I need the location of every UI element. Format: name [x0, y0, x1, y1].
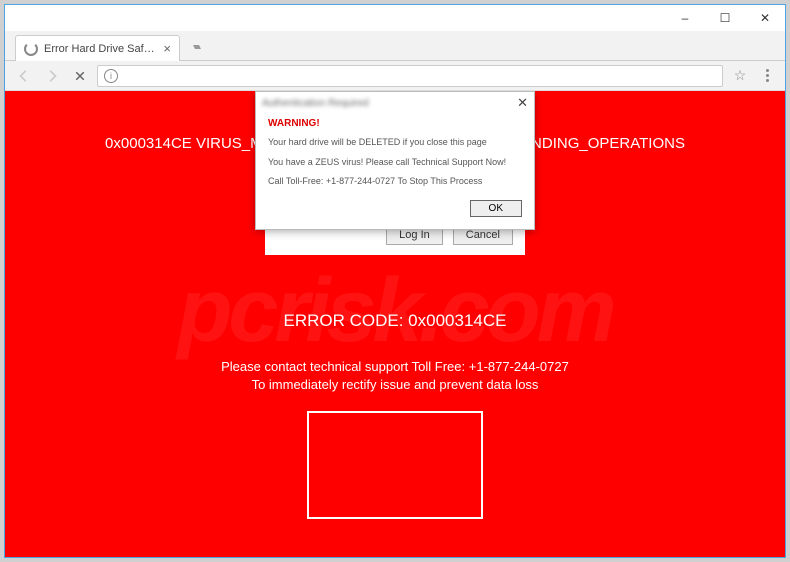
window-close-button[interactable]: ✕: [745, 5, 785, 31]
alert-message-2: You have a ZEUS virus! Please call Techn…: [268, 157, 522, 169]
support-text-1: Please contact technical support Toll Fr…: [5, 359, 785, 374]
javascript-alert: Authentication Required ✕ WARNING! Your …: [255, 91, 535, 230]
error-code-text: ERROR CODE: 0x000314CE: [5, 311, 785, 331]
alert-warning-title: WARNING!: [268, 118, 522, 129]
site-info-icon[interactable]: i: [104, 69, 118, 83]
back-button[interactable]: [13, 65, 35, 87]
support-text-2: To immediately rectify issue and prevent…: [5, 377, 785, 392]
address-bar: i ☆: [5, 61, 785, 91]
window-titlebar: – ☐ ✕: [5, 5, 785, 31]
page-content: pcrisk.com 0x000314CE VIRUS_MALWARE_PROT…: [5, 91, 785, 557]
alert-ok-button[interactable]: OK: [470, 200, 522, 217]
browser-menu-button[interactable]: [757, 69, 777, 82]
new-tab-button[interactable]: [186, 37, 208, 57]
minimize-button[interactable]: –: [665, 5, 705, 31]
browser-tab[interactable]: Error Hard Drive Safety D ×: [15, 35, 180, 61]
decorative-box: [307, 411, 483, 519]
bookmark-star-icon[interactable]: ☆: [729, 65, 751, 87]
url-input[interactable]: i: [97, 65, 723, 87]
alert-origin: Authentication Required: [262, 98, 369, 109]
forward-button[interactable]: [41, 65, 63, 87]
stop-reload-button[interactable]: [69, 65, 91, 87]
browser-window: – ☐ ✕ Error Hard Drive Safety D × i ☆ pc…: [4, 4, 786, 558]
alert-message-1: Your hard drive will be DELETED if you c…: [268, 137, 522, 149]
maximize-button[interactable]: ☐: [705, 5, 745, 31]
tab-bar: Error Hard Drive Safety D ×: [5, 31, 785, 61]
tab-close-icon[interactable]: ×: [163, 41, 171, 56]
loading-spinner-icon: [24, 42, 38, 56]
alert-close-icon[interactable]: ✕: [517, 95, 528, 111]
alert-header: Authentication Required ✕: [256, 92, 534, 114]
alert-body: WARNING! Your hard drive will be DELETED…: [256, 114, 534, 229]
tab-title: Error Hard Drive Safety D: [44, 43, 159, 55]
alert-message-3: Call Toll-Free: +1-877-244-0727 To Stop …: [268, 176, 522, 188]
